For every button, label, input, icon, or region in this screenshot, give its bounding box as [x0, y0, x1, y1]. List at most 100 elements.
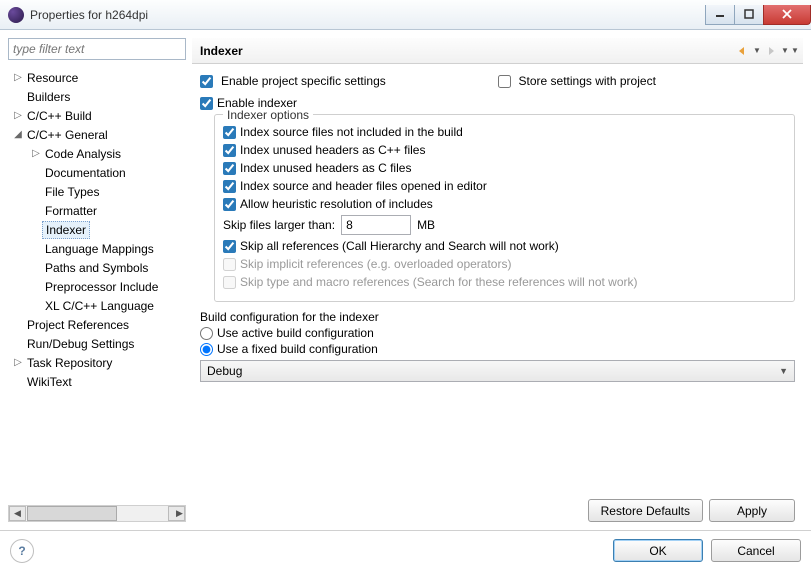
tree-item-documentation[interactable]: Documentation: [8, 163, 186, 182]
tree-item-preprocessor[interactable]: Preprocessor Include: [8, 277, 186, 296]
store-with-project-checkbox[interactable]: [498, 75, 511, 88]
heuristic-includes-checkbox[interactable]: [223, 198, 236, 211]
tree-label: Resource: [24, 70, 81, 86]
maximize-button[interactable]: [734, 5, 764, 25]
tree-label: XL C/C++ Language: [42, 298, 157, 314]
tree-item-task-repo[interactable]: ▷Task Repository: [8, 353, 186, 372]
skip-type-macro-refs-checkbox: [223, 276, 236, 289]
build-config-value: Debug: [207, 364, 242, 378]
scroll-thumb[interactable]: [27, 506, 117, 521]
enable-project-specific-checkbox[interactable]: [200, 75, 213, 88]
cancel-button[interactable]: Cancel: [711, 539, 801, 562]
minimize-button[interactable]: [705, 5, 735, 25]
nav-back-icon[interactable]: [735, 43, 751, 59]
tree-item-project-refs[interactable]: Project References: [8, 315, 186, 334]
settings-pane: Indexer ▼ ▼ ▼ Enable project specific se…: [186, 38, 803, 522]
scroll-right-arrow-icon[interactable]: ▶: [168, 506, 185, 521]
tree-item-xl-cpp[interactable]: XL C/C++ Language: [8, 296, 186, 315]
close-button[interactable]: [763, 5, 811, 25]
filter-input[interactable]: [8, 38, 186, 60]
build-config-label: Build configuration for the indexer: [200, 310, 795, 324]
nav-forward-dropdown[interactable]: ▼: [781, 46, 789, 55]
tree-item-language-mappings[interactable]: Language Mappings: [8, 239, 186, 258]
skip-implicit-refs-label: Skip implicit references (e.g. overloade…: [240, 257, 511, 271]
tree-label: Formatter: [42, 203, 100, 219]
index-unused-cpp-label: Index unused headers as C++ files: [240, 143, 425, 157]
tree-label: Code Analysis: [42, 146, 124, 162]
tree-item-cpp-general[interactable]: ◢C/C++ General: [8, 125, 186, 144]
pane-header: Indexer ▼ ▼ ▼: [192, 38, 803, 64]
tree-label: Paths and Symbols: [42, 260, 151, 276]
pane-title: Indexer: [196, 44, 735, 58]
tree-label: C/C++ General: [24, 127, 111, 143]
nav-menu-dropdown[interactable]: ▼: [791, 46, 799, 55]
twisty-icon[interactable]: ▷: [12, 110, 24, 121]
tree-label: Project References: [24, 317, 132, 333]
ok-button[interactable]: OK: [613, 539, 703, 562]
indexer-options-group: Indexer options Index source files not i…: [214, 114, 795, 302]
tree-label: Indexer: [42, 221, 90, 239]
tree-label: Documentation: [42, 165, 129, 181]
window-titlebar: Properties for h264dpi: [0, 0, 811, 30]
tree-label: C/C++ Build: [24, 108, 95, 124]
indexer-options-legend: Indexer options: [223, 108, 313, 122]
dialog-footer: ? OK Cancel: [0, 530, 811, 570]
window-buttons: [706, 5, 811, 25]
twisty-icon[interactable]: ▷: [30, 148, 42, 159]
use-active-label: Use active build configuration: [217, 326, 374, 340]
properties-tree[interactable]: ▷Resource Builders ▷C/C++ Build ◢C/C++ G…: [8, 64, 186, 501]
restore-defaults-button[interactable]: Restore Defaults: [588, 499, 703, 522]
tree-label: File Types: [42, 184, 102, 200]
twisty-icon[interactable]: ▷: [12, 357, 24, 368]
enable-project-specific-label: Enable project specific settings: [221, 74, 386, 88]
use-active-radio[interactable]: [200, 327, 213, 340]
tree-label: Run/Debug Settings: [24, 336, 137, 352]
index-not-in-build-checkbox[interactable]: [223, 126, 236, 139]
nav-back-dropdown[interactable]: ▼: [753, 46, 761, 55]
tree-item-paths-symbols[interactable]: Paths and Symbols: [8, 258, 186, 277]
tree-item-wikitext[interactable]: WikiText: [8, 372, 186, 391]
tree-label: Preprocessor Include: [42, 279, 161, 295]
index-not-in-build-label: Index source files not included in the b…: [240, 125, 463, 139]
tree-item-code-analysis[interactable]: ▷Code Analysis: [8, 144, 186, 163]
window-title: Properties for h264dpi: [30, 8, 706, 22]
apply-button[interactable]: Apply: [709, 499, 795, 522]
tree-label: Task Repository: [24, 355, 115, 371]
tree-item-indexer[interactable]: Indexer: [8, 220, 186, 239]
chevron-down-icon: ▼: [779, 366, 788, 376]
skip-all-refs-label: Skip all references (Call Hierarchy and …: [240, 239, 559, 253]
index-opened-label: Index source and header files opened in …: [240, 179, 487, 193]
heuristic-includes-label: Allow heuristic resolution of includes: [240, 197, 433, 211]
tree-item-formatter[interactable]: Formatter: [8, 201, 186, 220]
use-fixed-radio[interactable]: [200, 343, 213, 356]
index-unused-c-label: Index unused headers as C files: [240, 161, 411, 175]
tree-item-builders[interactable]: Builders: [8, 87, 186, 106]
index-unused-c-checkbox[interactable]: [223, 162, 236, 175]
tree-label: WikiText: [24, 374, 75, 390]
tree-panel: ▷Resource Builders ▷C/C++ Build ◢C/C++ G…: [8, 38, 186, 522]
help-button[interactable]: ?: [10, 539, 34, 563]
index-opened-checkbox[interactable]: [223, 180, 236, 193]
tree-item-resource[interactable]: ▷Resource: [8, 68, 186, 87]
enable-indexer-checkbox[interactable]: [200, 97, 213, 110]
tree-label: Builders: [24, 89, 73, 105]
skip-type-macro-refs-label: Skip type and macro references (Search f…: [240, 275, 638, 289]
help-icon: ?: [18, 544, 25, 558]
twisty-icon[interactable]: ◢: [12, 129, 24, 140]
tree-horizontal-scrollbar[interactable]: ◀ ▶: [8, 505, 186, 522]
tree-item-run-debug[interactable]: Run/Debug Settings: [8, 334, 186, 353]
skip-files-label: Skip files larger than:: [223, 218, 335, 232]
skip-all-refs-checkbox[interactable]: [223, 240, 236, 253]
build-config-select[interactable]: Debug ▼: [200, 360, 795, 382]
scroll-left-arrow-icon[interactable]: ◀: [9, 506, 26, 521]
index-unused-cpp-checkbox[interactable]: [223, 144, 236, 157]
eclipse-icon: [8, 7, 24, 23]
store-with-project-label: Store settings with project: [519, 74, 656, 88]
tree-item-file-types[interactable]: File Types: [8, 182, 186, 201]
nav-forward-icon[interactable]: [763, 43, 779, 59]
skip-files-input[interactable]: [341, 215, 411, 235]
twisty-icon[interactable]: ▷: [12, 72, 24, 83]
use-fixed-label: Use a fixed build configuration: [217, 342, 378, 356]
tree-item-cpp-build[interactable]: ▷C/C++ Build: [8, 106, 186, 125]
tree-label: Language Mappings: [42, 241, 157, 257]
